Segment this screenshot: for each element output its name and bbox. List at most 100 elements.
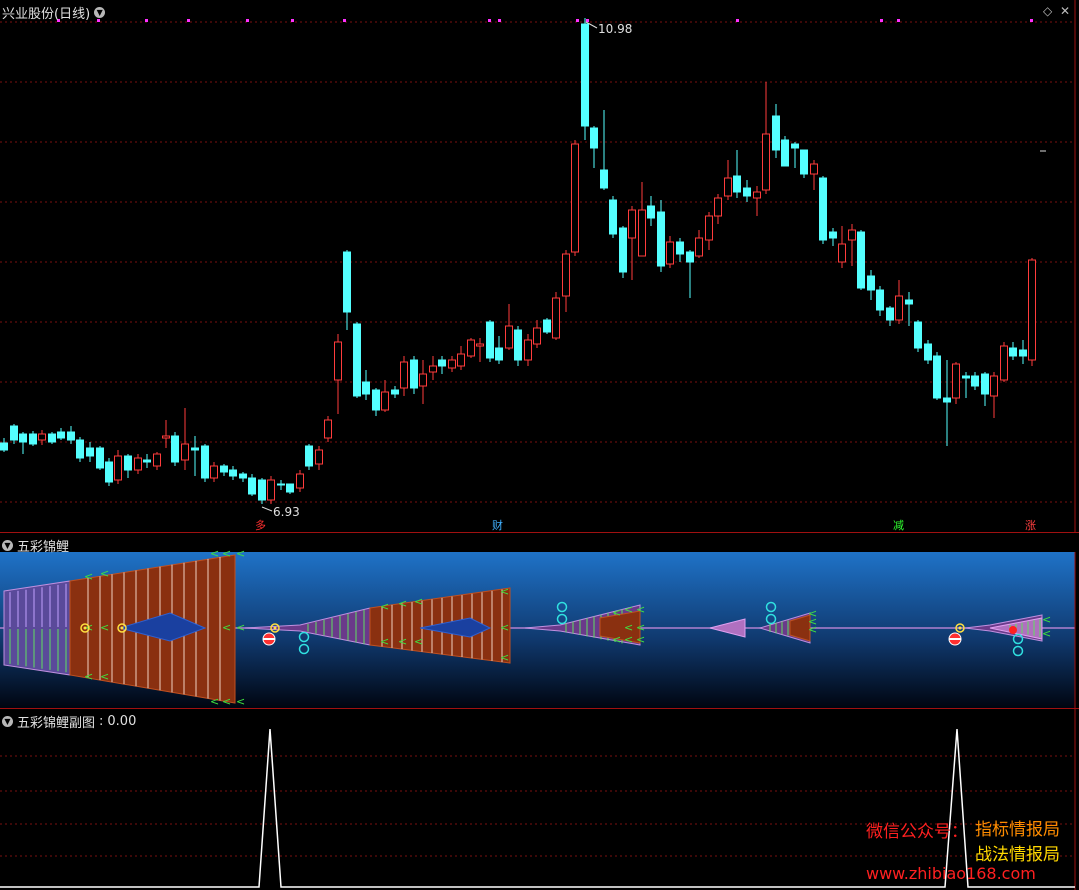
candle-up	[562, 253, 570, 297]
low-price-label: 6.93	[273, 505, 300, 519]
marker-dot	[343, 19, 346, 22]
chevron-down-icon[interactable]: ▼	[94, 7, 106, 18]
candle-up	[457, 353, 465, 367]
arrow-icon: <	[414, 595, 423, 608]
candle-up	[267, 479, 275, 501]
candle-down	[905, 299, 913, 305]
candle-down	[76, 439, 84, 459]
arrow-icon: <	[612, 633, 621, 646]
candle-down	[962, 375, 970, 379]
candle-down	[495, 347, 503, 361]
diamond-icon[interactable]: ◇	[1043, 4, 1052, 18]
candle-up	[724, 177, 732, 197]
candle-down	[647, 205, 655, 219]
arrow-icon: <	[222, 547, 231, 560]
candle-down	[96, 447, 104, 469]
candle-down	[743, 187, 751, 197]
close-icon[interactable]: ✕	[1060, 4, 1070, 18]
candle-down	[343, 251, 351, 313]
candle-down	[857, 231, 865, 289]
candle-down	[772, 115, 780, 151]
candle-down	[19, 433, 27, 443]
indicator1-panel[interactable]: < < < < < < < < < < < < < < < < < < < < < < < < < < < < < < < < < < < < ▼ 五…	[0, 533, 1079, 708]
band-purple	[3, 580, 71, 676]
candle-down	[886, 307, 894, 321]
arrow-icon: <	[84, 570, 93, 583]
marker-dot	[291, 19, 294, 22]
marker-dot	[576, 19, 579, 22]
candle-up	[181, 443, 189, 461]
candle-up	[666, 241, 674, 265]
ball-stripe	[949, 638, 961, 640]
candle-up	[838, 243, 846, 263]
candle-up	[571, 143, 579, 253]
signal-duo: 多	[255, 519, 266, 532]
candle-up	[296, 473, 304, 489]
arrow-icon: <	[624, 633, 633, 646]
arrow-icon: <	[100, 621, 109, 634]
candle-up	[552, 297, 560, 339]
candle-down	[277, 483, 285, 486]
candle-down	[733, 175, 741, 193]
arrow-icon: <	[84, 670, 93, 683]
candlestick-panel[interactable]: 兴业股份(日线) ▼ ◇ ✕ 10.98 6.93 多 财 减 涨	[0, 0, 1079, 532]
chevron-down-icon[interactable]: ▼	[2, 716, 13, 727]
ball-stripe	[263, 638, 275, 640]
candle-down	[619, 227, 627, 273]
arrow-icon: <	[624, 603, 633, 616]
candle-down	[124, 455, 132, 471]
candle-down	[286, 483, 294, 493]
candle-down	[981, 373, 989, 395]
candle-down	[143, 459, 151, 463]
marker-dot	[880, 19, 883, 22]
candle-down	[10, 425, 18, 441]
arrow-icon: <	[210, 695, 219, 708]
marker-dot	[1030, 19, 1033, 22]
candlestick-chart[interactable]	[0, 0, 1079, 532]
indicator2-panel[interactable]: ▼ 五彩锦鲤副图 : 0.00 微信公众号： 指标情报局 战法情报局 www.z…	[0, 709, 1079, 890]
candle-down	[86, 447, 94, 457]
candle-down	[410, 359, 418, 389]
indicator2-title: 五彩锦鲤副图	[17, 716, 96, 731]
candle-down	[105, 461, 113, 483]
candle-down	[229, 469, 237, 477]
candle-up	[990, 375, 998, 397]
main-panel-title[interactable]: 兴业股份(日线) ▼	[2, 3, 106, 22]
red-dot	[1009, 626, 1017, 634]
signal-cai: 财	[492, 519, 503, 532]
candle-down	[0, 442, 8, 451]
arrow-icon: <	[236, 695, 245, 708]
candle-down	[800, 149, 808, 175]
candle-up	[134, 457, 142, 471]
marker-dot	[145, 19, 148, 22]
candle-down	[867, 275, 875, 291]
watermark-brand1: 指标情报局	[975, 820, 1060, 840]
arrow-icon: <	[236, 547, 245, 560]
candle-up	[952, 363, 960, 399]
candle-down	[1009, 347, 1017, 357]
indicator2-title-bar[interactable]: ▼ 五彩锦鲤副图 : 0.00	[2, 712, 136, 731]
arrow-icon: <	[414, 635, 423, 648]
candle-down	[67, 431, 75, 441]
candle-down	[191, 447, 199, 451]
marker-dot	[488, 19, 491, 22]
indicator2-chart[interactable]	[0, 709, 1079, 890]
arrow-icon: <	[380, 635, 389, 648]
candle-up	[628, 209, 636, 239]
indicator2-value: 0.00	[107, 714, 137, 729]
candle-down	[914, 321, 922, 349]
chevron-down-icon[interactable]: ▼	[2, 540, 13, 551]
marker-dot	[736, 19, 739, 22]
arrow-icon: <	[500, 621, 509, 634]
candle-up	[448, 359, 456, 369]
indicator1-title-bar[interactable]: ▼ 五彩锦鲤	[2, 536, 69, 555]
candle-up	[714, 197, 722, 217]
candle-down	[924, 343, 932, 361]
candle-down	[486, 321, 494, 359]
candle-up	[162, 435, 170, 439]
indicator1-chart[interactable]: <<<<<<<<<<<<<<<<<<<<<<<<<<<<<<<<<<<<	[0, 533, 1079, 708]
candle-down	[1019, 349, 1027, 357]
candle-down	[609, 199, 617, 235]
candle-down	[676, 241, 684, 255]
candle-up	[334, 341, 342, 381]
